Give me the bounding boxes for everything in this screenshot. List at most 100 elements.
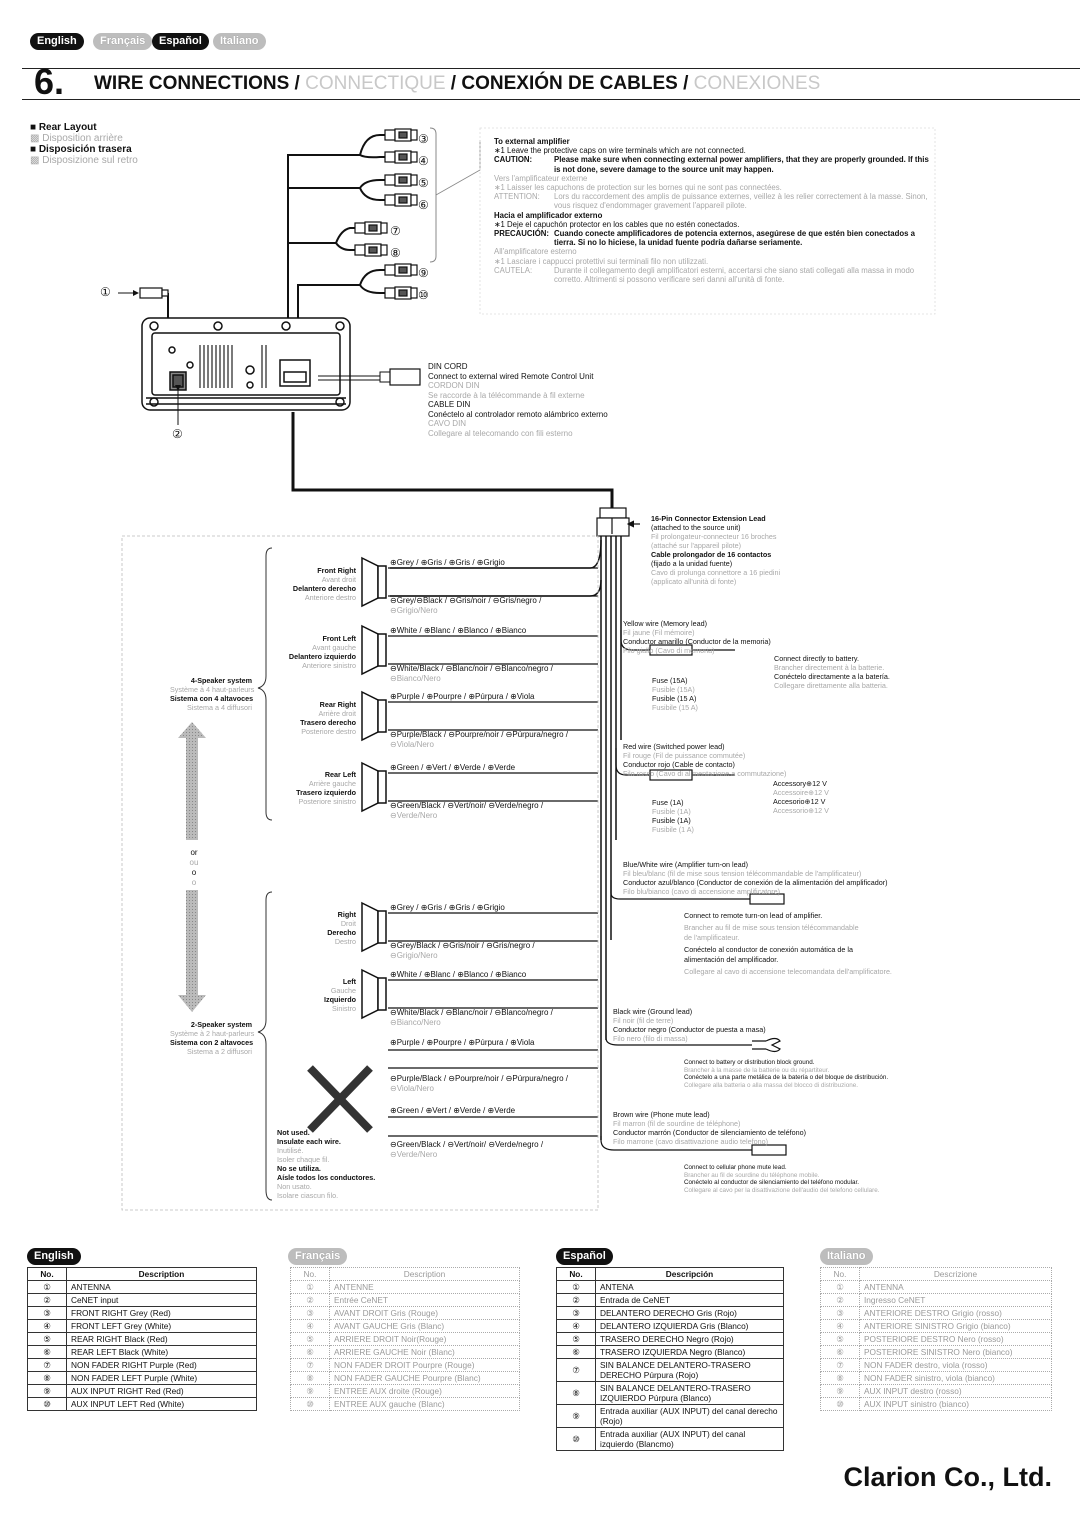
amp-note-it-note: ∗1 Lasciare i cappucci protettivi sui te… bbox=[494, 256, 709, 266]
table-row: ⑤ TRASERO DERECHO Negro (Rojo) bbox=[556, 1332, 784, 1346]
row-description: TRASERO DERECHO Negro (Rojo) bbox=[595, 1332, 784, 1346]
table-row: ⑩ ENTREE AUX gauche (Blanc) bbox=[290, 1397, 520, 1411]
black-wire-label: Black wire (Ground lead) Fil noir (fil de… bbox=[613, 1007, 766, 1043]
table-row: ④ AVANT GAUCHE Gris (Blanc) bbox=[290, 1319, 520, 1333]
rca-plug-6 bbox=[384, 193, 418, 207]
row-number: ⑦ bbox=[556, 1358, 596, 1382]
din-en-desc: Connect to external wired Remote Control… bbox=[428, 371, 594, 381]
row-description: FRONT RIGHT Grey (Red) bbox=[66, 1306, 257, 1320]
parts-table-english: No. Description ① ANTENNA ② CeNET input ③ FRON… bbox=[27, 1267, 257, 1411]
wire-label-front-left-plus: ⊕White / ⊕Blanc / ⊕Blanco / ⊕Bianco bbox=[390, 626, 527, 635]
connector-num-3: ③ bbox=[418, 132, 429, 146]
table-row: ⑨ AUX INPUT destro (rosso) bbox=[820, 1384, 1052, 1398]
table-tab-espanol[interactable]: Español bbox=[556, 1248, 613, 1265]
row-description: NON FADER RIGHT Purple (Red) bbox=[66, 1358, 257, 1372]
row-description: FRONT LEFT Grey (White) bbox=[66, 1319, 257, 1333]
table-tab-italiano[interactable]: Italiano bbox=[820, 1248, 873, 1265]
extension-lead-text: 16-Pin Connector Extension Lead (attache… bbox=[651, 514, 780, 586]
row-number: ⑨ bbox=[27, 1384, 67, 1398]
row-description: ENTREE AUX droite (Rouge) bbox=[329, 1384, 520, 1398]
row-number: ⑥ bbox=[290, 1345, 330, 1359]
connector-num-6: ⑥ bbox=[418, 198, 429, 212]
table-row: ③ FRONT RIGHT Grey (Red) bbox=[27, 1306, 257, 1320]
company-name: Clarion Co., Ltd. bbox=[843, 1462, 1053, 1492]
row-description: ANTENNA bbox=[859, 1280, 1052, 1294]
table-tab-english[interactable]: English bbox=[27, 1248, 81, 1265]
speaker4-system-label: 4-Speaker system Système à 4 haut-parleu… bbox=[170, 676, 255, 712]
connector-numbers-nonfader: ⑦ ⑧ bbox=[390, 220, 401, 264]
row-number: ⑧ bbox=[27, 1371, 67, 1385]
speaker-label-rear-right: Rear Right Arrière droit Trasero derecho P… bbox=[300, 700, 356, 736]
din-en-title: DIN CORD bbox=[428, 362, 468, 371]
fuse-1a-label: Fuse (1A) Fusible (1A) Fusible (1A) Fusibi… bbox=[652, 798, 694, 834]
din-es-desc: Conéctelo al controlador remoto alámbric… bbox=[428, 409, 608, 419]
table-row: ② Ingresso CeNET bbox=[820, 1293, 1052, 1307]
row-number: ⑦ bbox=[290, 1358, 330, 1372]
din-es-title: CABLE DIN bbox=[428, 400, 471, 409]
table-row: ⑦ NON FADER destro, viola (rosso) bbox=[820, 1358, 1052, 1372]
table-row: ⑥ REAR LEFT Black (White) bbox=[27, 1345, 257, 1359]
down-arrow bbox=[178, 890, 206, 1012]
row-description: ANTENA bbox=[595, 1280, 784, 1294]
row-number: ⑧ bbox=[290, 1371, 330, 1385]
din-fr-title: CORDON DIN bbox=[428, 381, 480, 390]
rca-plug-9 bbox=[384, 263, 418, 277]
speakers bbox=[361, 556, 387, 1020]
up-arrow bbox=[178, 722, 206, 840]
table-row: ⑥ ARRIERE GAUCHE Noir (Blanc) bbox=[290, 1345, 520, 1359]
row-number: ③ bbox=[27, 1306, 67, 1320]
parts-table-espanol: No. Descripción ① ANTENA ② Entrada de CeNET ③… bbox=[556, 1267, 784, 1451]
wire-label-rear-right-minus: ⊖Purple/Black / ⊖Pourpre/noir / ⊖Púrpura… bbox=[390, 730, 568, 749]
row-description: Entrée CeNET bbox=[329, 1293, 520, 1307]
parts-table-italiano: No. Descrizione ① ANTENNA ② Ingresso CeNET ③ A… bbox=[820, 1267, 1052, 1411]
speaker2-system-label: 2-Speaker system Système à 2 haut-parleu… bbox=[170, 1020, 255, 1056]
row-number: ① bbox=[290, 1280, 330, 1294]
row-description: SIN BALANCE DELANTERO-TRASERO DERECHO Pú… bbox=[595, 1358, 784, 1382]
row-description: AVANT GAUCHE Gris (Blanc) bbox=[329, 1319, 520, 1333]
brown-connect-label: Connect to cellular phone mute lead. Bran… bbox=[684, 1164, 880, 1194]
ext-fr-title: Fil prolongateur-connecteur 16 broches bbox=[651, 532, 777, 541]
table-row: ⑤ REAR RIGHT Black (Red) bbox=[27, 1332, 257, 1346]
table-row: ① ANTENA bbox=[556, 1280, 784, 1294]
rca-plug-4 bbox=[384, 150, 418, 164]
table-tab-francais[interactable]: Français bbox=[288, 1248, 348, 1265]
row-description: ANTENNA bbox=[66, 1280, 257, 1294]
parts-table-body: ① ANTENA ② Entrada de CeNET ③ DELANTERO DEREC… bbox=[556, 1280, 784, 1451]
amplifier-note: To external amplifier ∗1 Leave the prote… bbox=[494, 137, 934, 284]
table-row: ⑨ AUX INPUT RIGHT Red (Red) bbox=[27, 1384, 257, 1398]
antenna-plug bbox=[139, 287, 169, 299]
connector-num-10: ⑩ bbox=[418, 288, 429, 302]
table-row: ⑧ NON FADER GAUCHE Pourpre (Blanc) bbox=[290, 1371, 520, 1385]
din-fr-desc: Se raccorde à la télécommande à fil exte… bbox=[428, 390, 585, 400]
yellow-connect-label: Connect directly to battery. Brancher dir… bbox=[774, 654, 890, 690]
row-number: ⑩ bbox=[290, 1397, 330, 1411]
table-row: ⑨ Entrada auxiliar (AUX INPUT) del canal … bbox=[556, 1404, 784, 1428]
table-row: ① ANTENNE bbox=[290, 1280, 520, 1294]
rca-plug-10 bbox=[384, 286, 418, 300]
amp-note-fr-title: Vers l'amplificateur externe bbox=[494, 173, 588, 183]
row-number: ③ bbox=[820, 1306, 860, 1320]
or-label: or ou oo bbox=[189, 848, 199, 887]
ext-fr-sub: (attaché sur l'appareil pilote) bbox=[651, 541, 742, 550]
row-description: AUX INPUT destro (rosso) bbox=[859, 1384, 1052, 1398]
row-number: ② bbox=[290, 1293, 330, 1307]
table-row: ⑩ Entrada auxiliar (AUX INPUT) del canal … bbox=[556, 1427, 784, 1451]
amp-caution-en: CAUTION: Please make sure when connecting… bbox=[494, 155, 929, 174]
row-description: Entrada auxiliar (AUX INPUT) del canal i… bbox=[595, 1427, 784, 1451]
row-description: ANTENNE bbox=[329, 1280, 520, 1294]
row-number: ⑤ bbox=[27, 1332, 67, 1346]
row-number: ⑤ bbox=[820, 1332, 860, 1346]
row-number: ⑧ bbox=[820, 1371, 860, 1385]
parts-table-body: ① ANTENNA ② Ingresso CeNET ③ ANTERIORE DESTRO… bbox=[820, 1280, 1052, 1411]
table-row: ⑦ NON FADER DROIT Pourpre (Rouge) bbox=[290, 1358, 520, 1372]
wire-label-front-right-minus: ⊖Grey/⊖Black / ⊖Gris/noir / ⊖Gris/negro … bbox=[390, 596, 542, 615]
row-description: DELANTERO DERECHO Gris (Rojo) bbox=[595, 1306, 784, 1320]
speaker-rear-left bbox=[361, 761, 387, 813]
row-number: ⑨ bbox=[290, 1384, 330, 1398]
row-description: AUX INPUT sinistro (bianco) bbox=[859, 1397, 1052, 1411]
wire-label-right-minus: ⊖Grey/Black / ⊖Gris/noir / ⊖Gris/negro /… bbox=[390, 941, 535, 960]
red-wire-label: Red wire (Switched power lead) Fil rouge … bbox=[623, 742, 787, 778]
row-description: Entrada auxiliar (AUX INPUT) del canal d… bbox=[595, 1404, 784, 1428]
row-number: ⑤ bbox=[556, 1332, 596, 1346]
speaker-front-right bbox=[361, 556, 387, 608]
